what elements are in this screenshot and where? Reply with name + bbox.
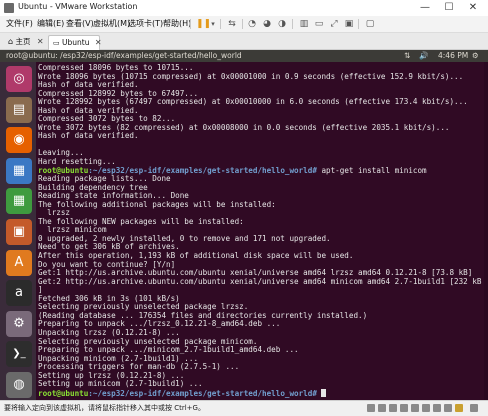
toolbar-separator xyxy=(242,19,243,29)
revert-snapshot-icon[interactable]: ◕ xyxy=(261,18,273,30)
terminal-line: The following additional packages will b… xyxy=(38,199,276,209)
gear-icon[interactable]: ⚙ xyxy=(472,50,479,62)
resize-grip-icon xyxy=(470,404,478,412)
calc-icon[interactable]: ▦ xyxy=(6,188,32,215)
software-icon[interactable]: A xyxy=(6,249,32,276)
dvd-icon[interactable]: ◍ xyxy=(6,372,32,398)
terminal-icon[interactable]: ❯_ xyxy=(6,341,32,368)
status-bar: 要将输入定向到该虚拟机，请将鼠标指针移入其中或按 Ctrl+G。 xyxy=(0,400,488,416)
stretch-view-icon[interactable]: ▢ xyxy=(364,18,376,30)
dash-icon[interactable]: ◎ xyxy=(6,66,32,92)
files-icon[interactable]: ▤ xyxy=(6,96,32,123)
printer-icon[interactable] xyxy=(422,404,430,412)
network-adapter-icon[interactable] xyxy=(389,404,397,412)
vm-icon: ▭ xyxy=(53,39,60,47)
tab-close-icon[interactable]: ✕ xyxy=(37,37,44,46)
display-icon[interactable] xyxy=(433,404,441,412)
ubuntu-launcher: ◎ ▤ ◉ ▦ ▦ ▣ Aa ⚙ ❯_ ◍ xyxy=(0,62,36,400)
writer-icon[interactable]: ▦ xyxy=(6,157,32,184)
tab-label: 主页 xyxy=(15,37,31,46)
impress-icon[interactable]: ▣ xyxy=(6,219,32,245)
minimize-button[interactable]: — xyxy=(418,1,432,15)
close-button[interactable]: ✕ xyxy=(466,1,480,15)
toolbar-separator xyxy=(190,19,191,29)
menu-tabs[interactable]: 选项卡(T) xyxy=(128,18,163,29)
tab-bar: ⌂ 主页 ✕ ▭ Ubuntu ✕ xyxy=(0,33,488,50)
prompt-user: root@ubuntu xyxy=(38,388,89,398)
menu-view[interactable]: 查看(V) xyxy=(66,18,94,29)
console-view-icon[interactable]: ▭ xyxy=(313,18,325,30)
terminal-output[interactable]: Compressed 18096 bytes to 10715... Wrote … xyxy=(36,62,488,400)
sound-icon[interactable] xyxy=(411,404,419,412)
volume-icon[interactable]: 🔊 xyxy=(419,50,428,62)
send-ctrl-alt-del-icon[interactable]: ⇆ xyxy=(226,18,238,30)
maximize-button[interactable]: ☐ xyxy=(442,1,456,15)
ubuntu-top-panel: root@ubuntu: /esp32/esp-idf/examples/get… xyxy=(0,50,488,62)
vmware-title-bar: Ubuntu - VMware Workstation — ☐ ✕ xyxy=(0,0,488,16)
message-icon[interactable] xyxy=(444,404,452,412)
toolbar-separator xyxy=(220,19,221,29)
command-text: apt-get install minicom xyxy=(316,165,427,175)
terminal-prompt-line: root@ubuntu:~/esp32/esp-idf/examples/get… xyxy=(38,388,481,398)
terminal-line: Hash of data verified. xyxy=(38,131,139,141)
terminal-cursor xyxy=(321,388,327,397)
toolbar-separator xyxy=(292,19,293,29)
prompt-path: :~/esp32/esp-idf/examples/get-started/he… xyxy=(88,388,317,398)
snapshot-icon[interactable]: ◔ xyxy=(246,18,258,30)
vm-status-icon[interactable] xyxy=(455,404,463,412)
sidebar-toggle-icon[interactable]: ▥ xyxy=(298,18,310,30)
firefox-icon[interactable]: ◉ xyxy=(6,127,32,154)
terminal-scrollbar[interactable] xyxy=(484,62,488,400)
tab-ubuntu[interactable]: ▭ Ubuntu ✕ xyxy=(48,35,102,50)
terminal-line: Setting up minicom (2.7-1build1) ... xyxy=(38,379,203,389)
home-icon: ⌂ xyxy=(8,37,14,46)
fullscreen-icon[interactable]: ⤢ xyxy=(328,18,340,30)
snapshot-manager-icon[interactable]: ◑ xyxy=(276,18,288,30)
amazon-icon[interactable]: a xyxy=(6,280,32,307)
terminal-line: Get:2 http://us.archive.ubuntu.com/ubunt… xyxy=(38,276,482,286)
usb-icon[interactable] xyxy=(400,404,408,412)
chevron-down-icon[interactable]: ▾ xyxy=(207,18,219,30)
network-icon[interactable]: ⇅ xyxy=(404,50,410,62)
terminal-window-title: root@ubuntu: /esp32/esp-idf/examples/get… xyxy=(6,51,242,60)
settings-icon[interactable]: ⚙ xyxy=(6,310,32,337)
menu-file[interactable]: 文件(F) xyxy=(6,18,33,29)
status-message: 要将输入定向到该虚拟机，请将鼠标指针移入其中或按 Ctrl+G。 xyxy=(4,404,205,412)
terminal-lines: Compressed 18096 bytes to 10715... Wrote … xyxy=(38,63,482,398)
cdrom-icon[interactable] xyxy=(378,404,386,412)
clock[interactable]: 4:46 PM xyxy=(438,50,468,62)
menu-edit[interactable]: 编辑(E) xyxy=(37,18,64,29)
window-title: Ubuntu - VMware Workstation xyxy=(18,2,138,11)
tab-home[interactable]: ⌂ 主页 ✕ xyxy=(4,35,48,49)
vmware-logo-icon xyxy=(4,3,14,13)
unity-icon[interactable]: ▣ xyxy=(343,18,355,30)
tab-close-icon[interactable]: ✕ xyxy=(95,38,102,47)
menu-bar: 文件(F) 编辑(E) 查看(V) 虚拟机(M) 选项卡(T) 帮助(H) ❚❚… xyxy=(0,16,488,33)
toolbar-separator xyxy=(358,19,359,29)
tab-label: Ubuntu xyxy=(62,38,90,47)
menu-help[interactable]: 帮助(H) xyxy=(163,18,191,29)
menu-vm[interactable]: 虚拟机(M) xyxy=(93,18,130,29)
hdd-icon[interactable] xyxy=(367,404,375,412)
